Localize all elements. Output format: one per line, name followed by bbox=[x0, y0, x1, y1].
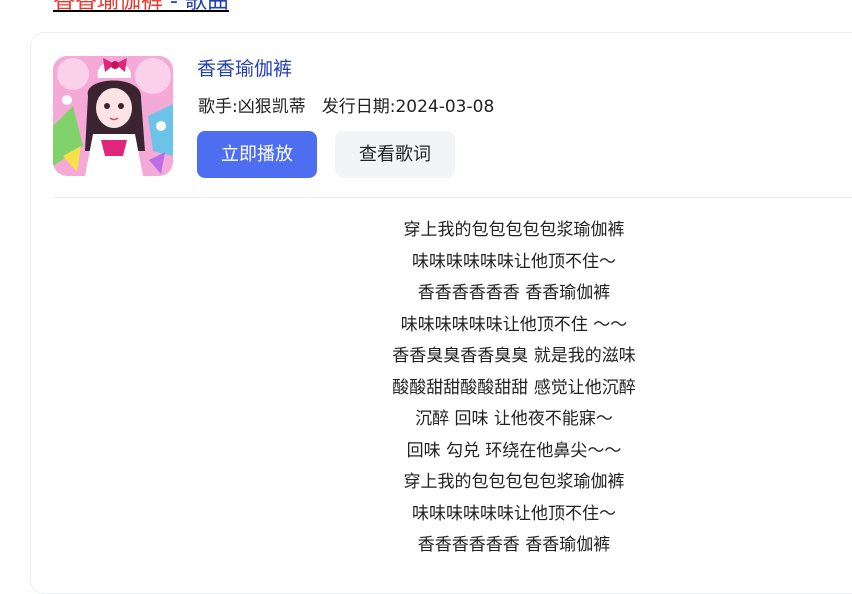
lyric-line: 香香香香香香 香香瑜伽裤 bbox=[417, 283, 611, 303]
divider bbox=[53, 197, 852, 198]
album-cover[interactable] bbox=[53, 56, 173, 176]
lyric-line: 味味味味味味让他顶不住～ bbox=[412, 503, 616, 524]
lyric-line: 沉醉 回味 让他夜不能寐～ bbox=[415, 409, 613, 429]
lyric-line: 味味味味味味让他顶不住～ bbox=[412, 251, 616, 272]
play-now-button[interactable]: 立即播放 bbox=[197, 131, 317, 178]
lyrics-block: 穿上我的包包包包包浆瑜伽裤 味味味味味味让他顶不住～ 香香香香香香 香香瑜伽裤 … bbox=[0, 216, 852, 563]
lyric-line: 香香臭臭香香臭臭 就是我的滋味 bbox=[392, 346, 636, 366]
song-name-link[interactable]: 香香瑜伽裤 bbox=[197, 54, 292, 81]
album-cover-anime-girl-icon bbox=[53, 56, 173, 176]
result-title-suffix[interactable]: - 歌曲 bbox=[163, 0, 229, 14]
singer-label: 歌手:凶狠凯蒂 bbox=[198, 97, 306, 117]
lyric-line: 穿上我的包包包包包浆瑜伽裤 bbox=[403, 220, 625, 240]
song-meta: 歌手:凶狠凯蒂 发行日期:2024-03-08 bbox=[198, 92, 494, 117]
view-lyrics-button[interactable]: 查看歌词 bbox=[335, 131, 455, 178]
lyric-line: 味味味味味味让他顶不住 ～～ bbox=[400, 314, 628, 335]
result-title-link[interactable]: 香香瑜伽裤 - 歌曲 bbox=[53, 0, 229, 16]
lyric-line: 酸酸甜甜酸酸甜甜 感觉让他沉醉 bbox=[392, 377, 636, 398]
lyric-line: 香香香香香香 香香瑜伽裤 bbox=[417, 535, 611, 555]
result-title-song[interactable]: 香香瑜伽裤 bbox=[53, 0, 163, 14]
release-date-label: 发行日期:2024-03-08 bbox=[321, 97, 495, 117]
lyric-line: 回味 勾兑 环绕在他鼻尖～～ bbox=[406, 440, 622, 461]
lyric-line: 穿上我的包包包包包浆瑜伽裤 bbox=[403, 472, 625, 492]
